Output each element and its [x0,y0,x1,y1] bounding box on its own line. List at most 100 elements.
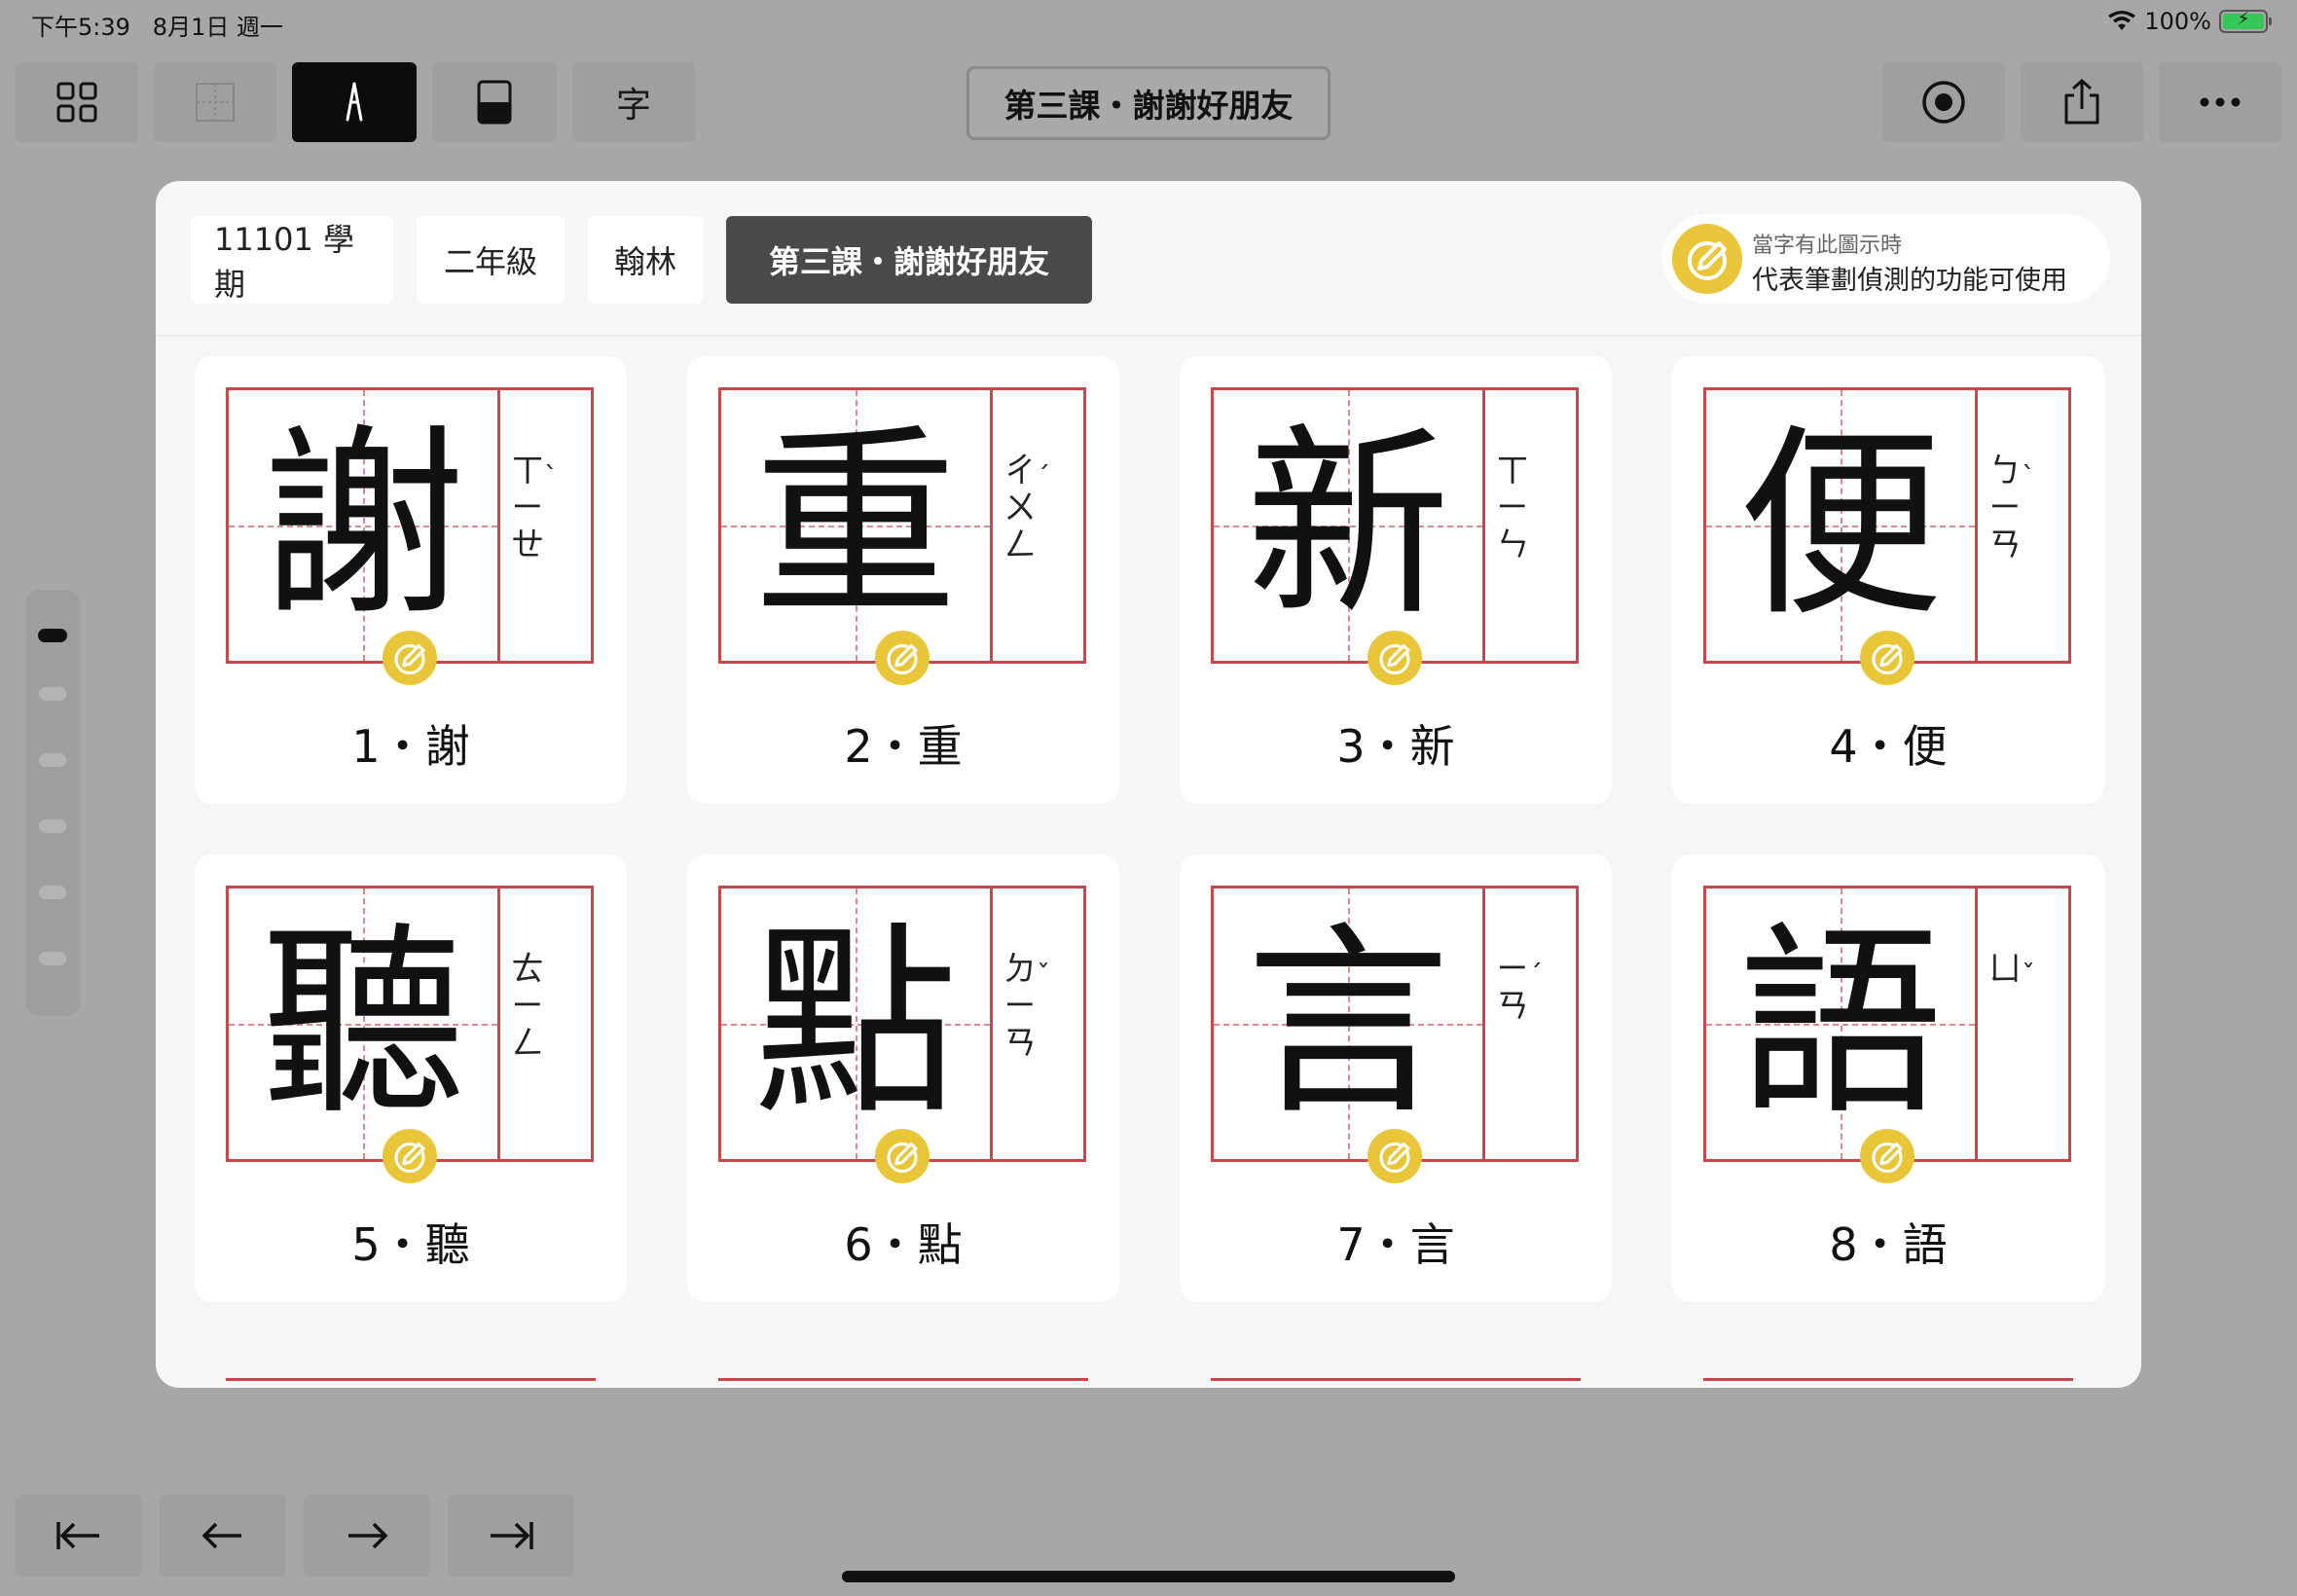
hanzi-character: 便 [1737,406,1943,644]
tone-mark: ˇ [1037,959,1050,991]
character-label: 4・便 [1829,720,1948,773]
partial-card [1703,1378,2073,1388]
more-icon [2200,97,2241,107]
share-icon [2064,78,2099,125]
character-card[interactable]: 新 ㄒ ㄧ ㄣ 3・新 [1180,356,1612,804]
record-button[interactable] [1882,62,2005,142]
stroke-detection-icon [383,631,437,689]
first-page-icon [56,1522,99,1549]
slider-tick [39,753,66,767]
character-label: 2・重 [844,720,963,773]
hanzi-character: 新 [1245,406,1450,644]
record-icon [1922,81,1965,124]
character-label: 7・言 [1336,1218,1455,1271]
practice-grid: 聽ㄊ ㄧ ㄥ [226,886,594,1162]
stroke-detection-icon [875,631,930,689]
character-tool-button[interactable]: 字 [572,62,695,142]
guide-grid-icon [196,83,235,122]
character-picker-modal: 11101 學期 二年級 翰林 第三課・謝謝好朋友 當字有此圖示時 代表筆劃偵測… [156,181,2141,1388]
arrow-right-icon [348,1522,388,1549]
character-card[interactable]: 點ㄉ ㄧ ㄢ ˇ 6・點 [687,854,1119,1302]
practice-grid: 言ㄧ ㄢˊ [1211,886,1579,1162]
stroke-detection-hint: 當字有此圖示時 代表筆劃偵測的功能可使用 [1662,214,2110,304]
grid-view-button[interactable] [16,62,138,142]
character-card[interactable]: 便ㄅ ㄧ ㄢ ˋ 4・便 [1672,356,2104,804]
filter-publisher-label: 翰林 [613,243,676,280]
hanzi-character: 點 [752,904,958,1143]
status-right: 100% ⚡ [2107,8,2272,35]
eraser-icon [477,80,512,125]
grid-icon [56,82,97,123]
slider-tick [39,886,66,899]
pen-size-slider[interactable] [25,590,80,1016]
slider-thumb[interactable] [38,629,67,642]
character-label: 6・點 [844,1218,963,1271]
character-card[interactable]: 重ㄔ ㄨ ㄥ ˊ 2・重 [687,356,1119,804]
last-page-icon [491,1522,533,1549]
eraser-tool-button[interactable] [432,62,557,142]
filter-publisher[interactable]: 翰林 [588,216,703,304]
filter-lesson-label: 第三課・謝謝好朋友 [768,243,1049,280]
practice-grid: 語 ㄩˇ [1703,886,2071,1162]
hanzi-character: 語 [1737,904,1943,1143]
character-label: 8・語 [1829,1218,1948,1271]
stroke-detection-icon [875,1129,930,1187]
filter-semester[interactable]: 11101 學期 [191,216,393,304]
stroke-detection-icon [1672,224,1742,294]
tone-mark: ˇ [2022,959,2035,991]
hanzi-character: 重 [752,406,958,644]
header-divider [156,335,2141,337]
slider-tick [39,687,66,701]
bopomofo: ㄅ ㄧ ㄢˋ [1988,452,2035,564]
practice-grid: 點ㄉ ㄧ ㄢˇ [718,886,1086,1162]
filter-grade-label: 二年級 [443,243,537,280]
arrow-left-icon [201,1522,241,1549]
character-card[interactable]: 言ㄧ ㄢ ˊ 7・言 [1180,854,1612,1302]
wifi-icon [2108,11,2136,30]
home-indicator[interactable] [842,1571,1455,1582]
practice-grid: 謝ㄒ ㄧ ㄝˋ [226,387,594,664]
bopomofo: ㄧ ㄢˊ [1496,950,1543,1026]
lesson-title: 第三課・謝謝好朋友 [1003,87,1294,125]
hint-line1: 當字有此圖示時 [1752,234,1903,258]
guide-grid-button[interactable] [154,62,276,142]
share-button[interactable] [2021,62,2143,142]
bopomofo: ㄒ ㄧ ㄝˋ [511,452,558,564]
slider-tick [39,952,66,965]
previous-page-button[interactable] [160,1495,286,1577]
status-left: 下午5:39 8月1日 週一 [31,8,283,42]
stroke-detection-icon [1860,631,1914,689]
bopomofo: ㄒ ㄧ ㄣ [1496,452,1529,564]
stroke-detection-icon [1860,1129,1914,1187]
filter-lesson[interactable]: 第三課・謝謝好朋友 [726,216,1092,304]
pen-tool-button[interactable] [292,62,417,142]
character-card[interactable]: 謝ㄒ ㄧ ㄝ ˋ 1・謝 [195,356,627,804]
character-card[interactable]: 語 ㄩ ˇ 8・語 [1672,854,2104,1302]
filter-grade[interactable]: 二年級 [417,216,565,304]
status-date: 8月1日 週一 [152,14,283,41]
tone-mark: ˋ [2022,460,2035,492]
status-bar: 下午5:39 8月1日 週一 100% ⚡ [0,0,2297,45]
character-tool-label: 字 [615,86,651,126]
hanzi-character: 言 [1245,904,1450,1143]
stroke-detection-icon [1367,631,1422,689]
stroke-detection-icon [383,1129,437,1187]
tone-mark: ˊ [1529,959,1543,991]
next-page-button[interactable] [304,1495,430,1577]
practice-grid: 便ㄅ ㄧ ㄢˋ [1703,387,2071,664]
last-page-button[interactable] [448,1495,574,1577]
filter-semester-label: 11101 學期 [214,221,354,303]
partial-card [226,1378,596,1388]
character-label: 1・謝 [351,720,470,773]
hanzi-character: 聽 [260,904,465,1143]
lesson-title-button[interactable]: 第三課・謝謝好朋友 [966,66,1331,140]
hanzi-character: 謝 [260,406,465,644]
first-page-button[interactable] [16,1495,142,1577]
partial-card [1211,1378,1581,1388]
bopomofo: ㄉ ㄧ ㄢˇ [1003,950,1050,1063]
practice-grid: 重ㄔ ㄨ ㄥˊ [718,387,1086,664]
partial-card [718,1378,1088,1388]
more-button[interactable] [2159,62,2281,142]
slider-tick [39,819,66,833]
character-card[interactable]: 聽 ㄊ ㄧ ㄥ 5・聽 [195,854,627,1302]
